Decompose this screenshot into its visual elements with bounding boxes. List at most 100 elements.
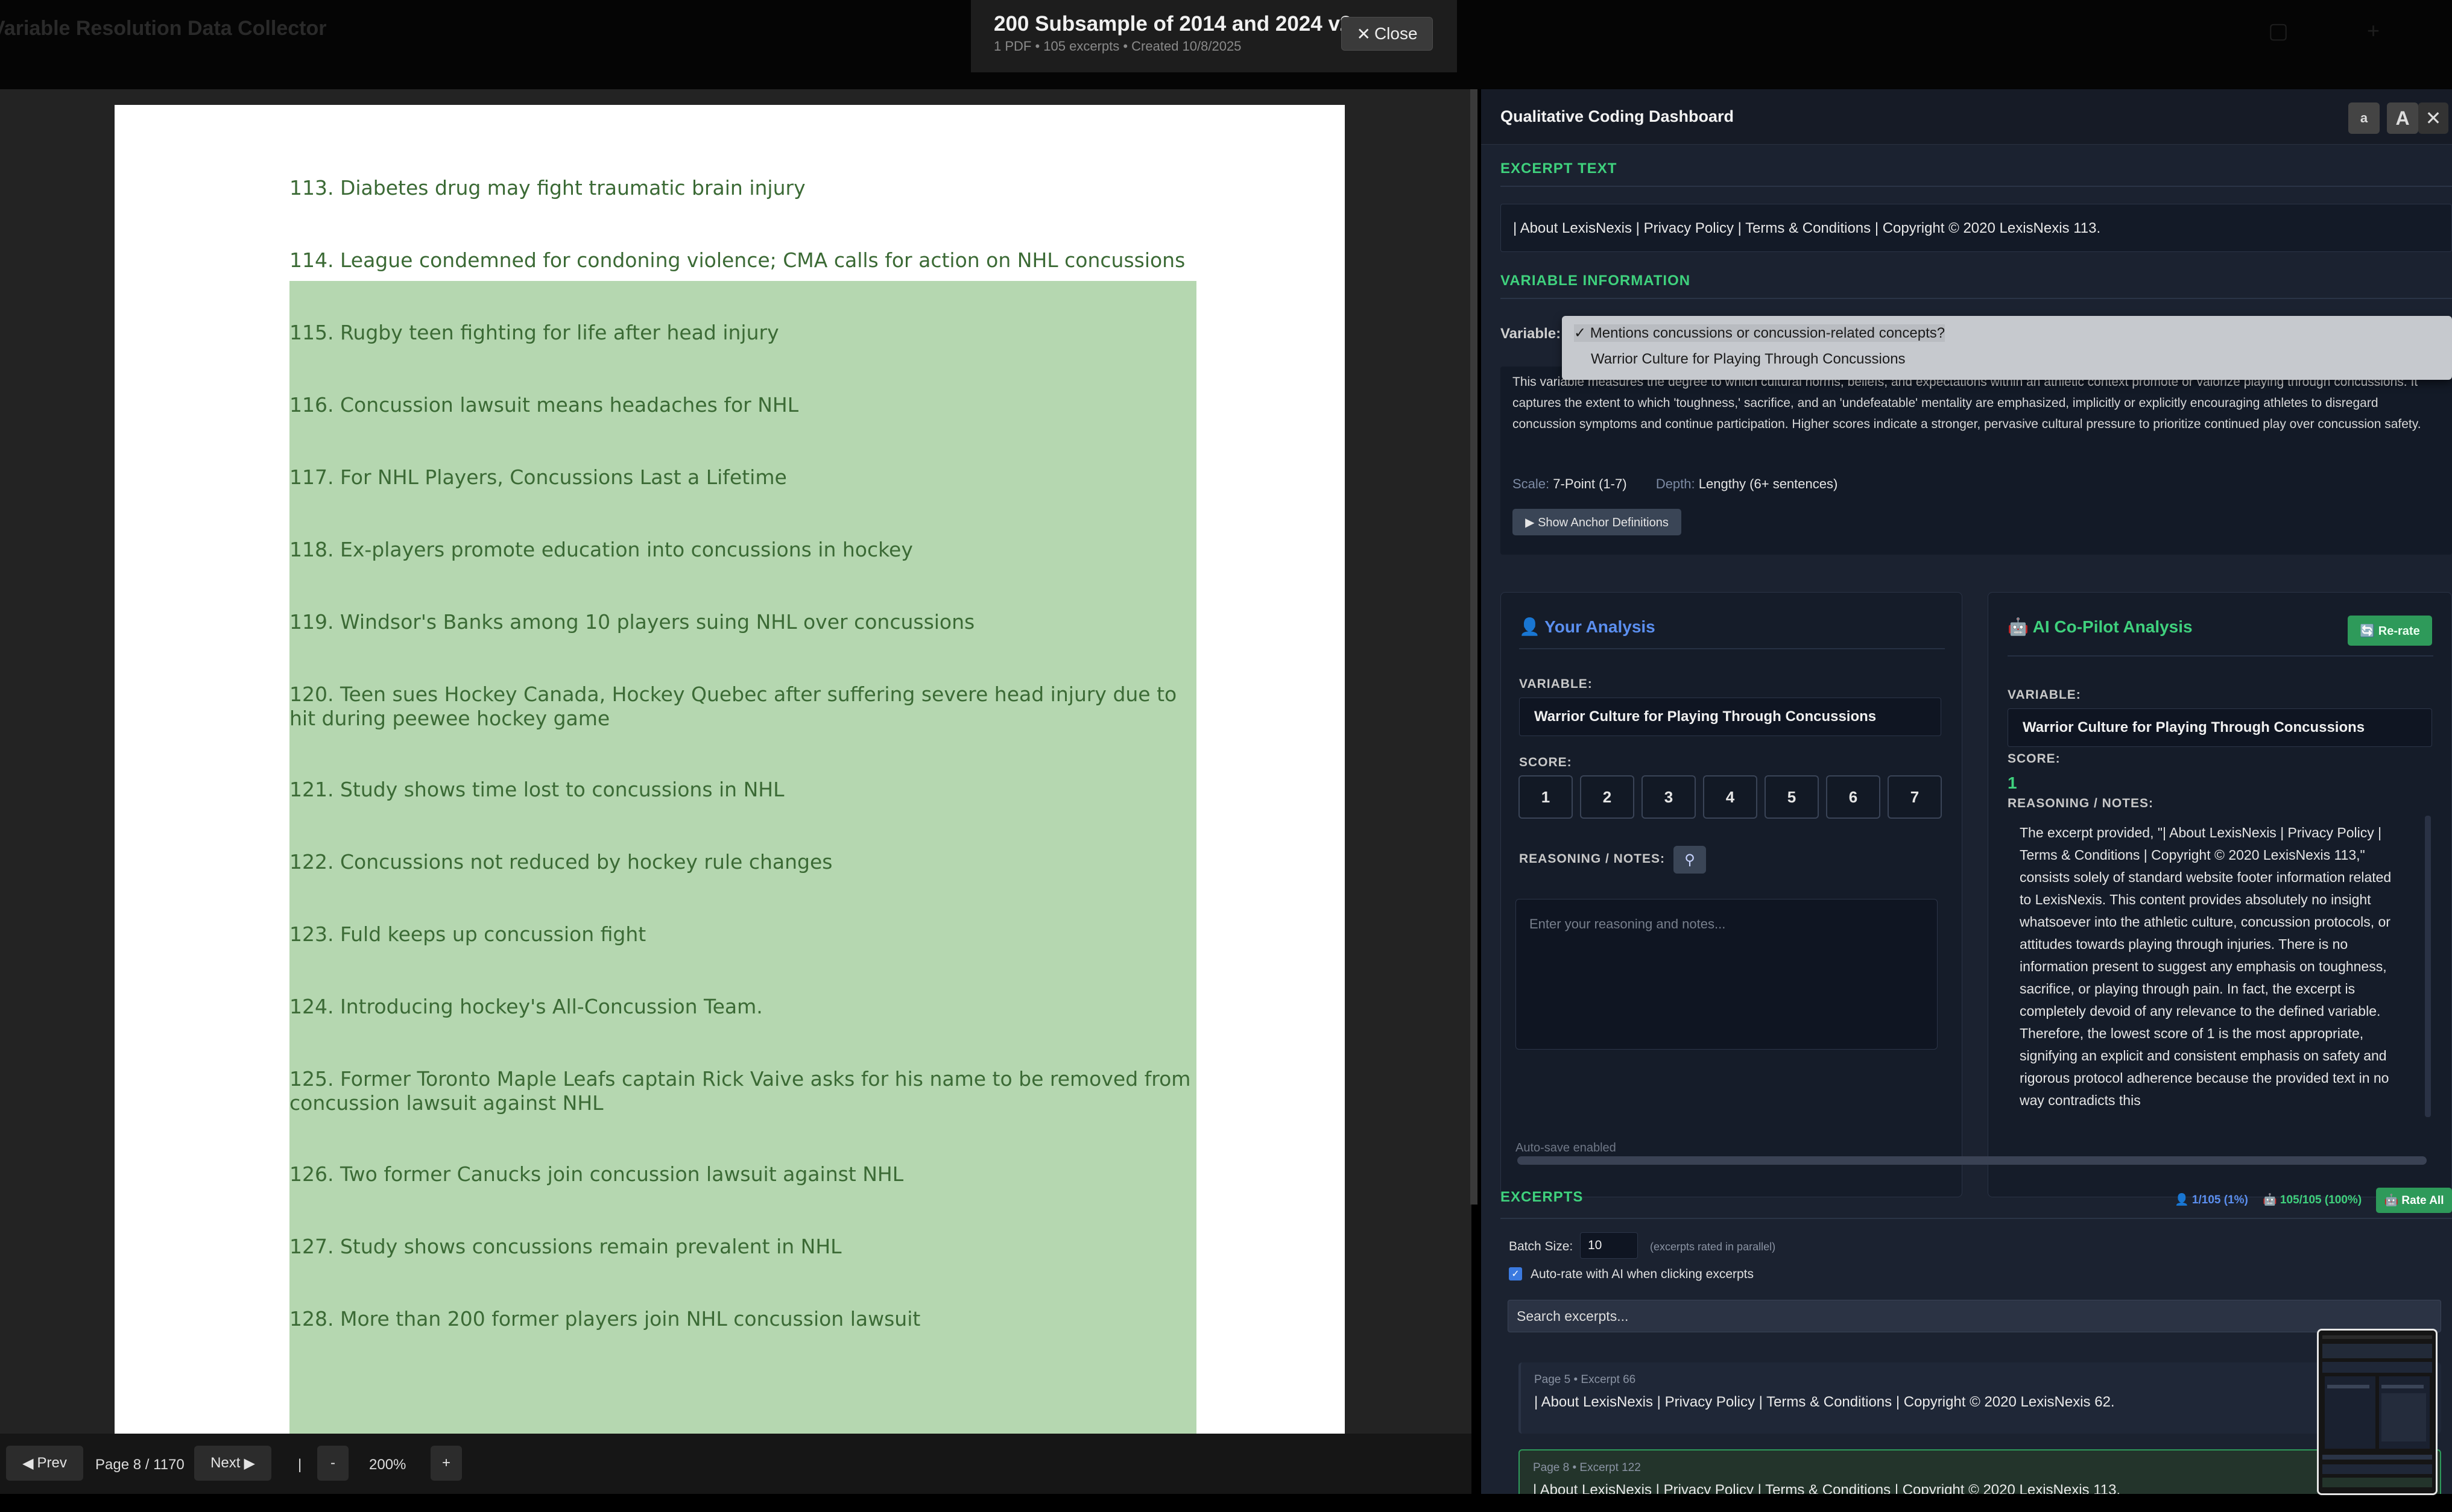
modal-header: 200 Subsample of 2014 and 2024 v2 1 PDF …	[971, 0, 1457, 72]
ai-notes-scrollbar[interactable]	[2425, 816, 2431, 1117]
ai-score-value: 1	[2008, 773, 2017, 792]
pdf-headline: 127. Study shows concussions remain prev…	[289, 1235, 842, 1258]
score-button-4[interactable]: 4	[1703, 775, 1757, 819]
pdf-headline: 121. Study shows time lost to concussion…	[289, 778, 785, 801]
modal-title: 200 Subsample of 2014 and 2024 v2	[994, 12, 1352, 36]
close-button-label: Close	[1374, 24, 1418, 43]
score-button-3[interactable]: 3	[1642, 775, 1696, 819]
bottom-strip	[0, 1494, 2452, 1512]
pdf-headline: 122. Concussions not reduced by hockey r…	[289, 850, 833, 874]
variable-select-dropdown[interactable]: ✓ Mentions concussions or concussion-rel…	[1562, 316, 2452, 380]
app-title: Variable Resolution Data Collector	[0, 17, 327, 40]
prev-icon: ◀	[22, 1455, 34, 1472]
prev-page-button[interactable]: ◀ Prev	[6, 1446, 83, 1481]
depth-key: Depth:	[1655, 476, 1695, 491]
ai-score-label: SCORE:	[2008, 752, 2061, 766]
pdf-page: 113. Diabetes drug may fight traumatic b…	[115, 105, 1345, 1434]
magic-wand-icon[interactable]: ⚲	[1673, 846, 1706, 874]
excerpt-text-box: | About LexisNexis | Privacy Policy | Te…	[1500, 204, 2452, 252]
close-modal-button[interactable]: ✕ Close	[1341, 17, 1433, 51]
excerpts-heading: EXCERPTS	[1500, 1189, 1584, 1205]
variable-label: Variable:	[1500, 326, 1561, 342]
score-button-1[interactable]: 1	[1518, 775, 1573, 819]
excerpt-item-text: | About LexisNexis | Privacy Policy | Te…	[1534, 1394, 2115, 1410]
variable-option-label: Mentions concussions or concussion-relat…	[1590, 325, 1945, 341]
rate-all-button[interactable]: 🤖 Rate All	[2376, 1188, 2452, 1213]
ai-variable-field: Warrior Culture for Playing Through Conc…	[2008, 708, 2432, 747]
variable-option[interactable]: Warrior Culture for Playing Through Conc…	[1591, 351, 1906, 368]
thumbnail-image	[2319, 1331, 2436, 1493]
excerpt-item-text: | About LexisNexis | Privacy Policy | Te…	[1533, 1482, 2121, 1494]
score-button-7[interactable]: 7	[1888, 775, 1942, 819]
zoom-out-button[interactable]: -	[317, 1446, 349, 1481]
ai-notes-box[interactable]: The excerpt provided, "| About LexisNexi…	[2008, 816, 2418, 1117]
pdf-pager: ◀ Prev Page 8 / 1170 Next ▶ | - 200% +	[0, 1434, 1471, 1494]
excerpt-item-meta: Page 5 • Excerpt 66	[1534, 1373, 1636, 1386]
font-increase-button[interactable]: A	[2387, 102, 2418, 134]
your-variable-label: VARIABLE:	[1519, 677, 1593, 691]
your-analysis-card: 👤 Your Analysis VARIABLE: Warrior Cultur…	[1500, 592, 1962, 1197]
variable-description: This variable measures the degree to whi…	[1512, 375, 2421, 431]
close-icon: ✕	[1356, 24, 1371, 43]
variable-option-selected[interactable]: ✓ Mentions concussions or concussion-rel…	[1574, 324, 1945, 342]
dashboard-header: Qualitative Coding Dashboard a A ✕	[1481, 89, 2452, 145]
modal-subtitle: 1 PDF • 105 excerpts • Created 10/8/2025	[994, 39, 1242, 54]
excerpt-item-meta: Page 8 • Excerpt 122	[1533, 1461, 1641, 1474]
autorate-checkbox[interactable]: ✓	[1509, 1267, 1522, 1280]
user-progress: 👤 1/105 (1%)	[2175, 1194, 2248, 1206]
batch-size-value: 10	[1588, 1238, 1602, 1252]
scale-value: 7-Point (1-7)	[1553, 476, 1627, 491]
search-excerpts-input[interactable]: Search excerpts...	[1508, 1300, 2441, 1332]
divider	[1500, 298, 2452, 299]
pdf-headline: 120. Teen sues Hockey Canada, Hockey Que…	[289, 682, 1177, 730]
next-label: Next	[210, 1455, 241, 1471]
score-button-6[interactable]: 6	[1826, 775, 1880, 819]
pdf-headline: 126. Two former Canucks join concussion …	[289, 1162, 904, 1186]
zoom-level: 200%	[369, 1457, 406, 1473]
pdf-headline: 113. Diabetes drug may fight traumatic b…	[289, 176, 806, 200]
pager-separator: |	[298, 1457, 302, 1473]
divider	[1519, 648, 1945, 649]
your-notes-label: REASONING / NOTES:	[1519, 852, 1666, 866]
pdf-headline: 116. Concussion lawsuit means headaches …	[289, 393, 799, 417]
divider	[1500, 1218, 2452, 1219]
pdf-viewer-scrollbar[interactable]	[1470, 89, 1477, 1205]
score-button-5[interactable]: 5	[1765, 775, 1819, 819]
pdf-headline: 125. Former Toronto Maple Leafs captain …	[289, 1067, 1191, 1115]
your-analysis-title: 👤 Your Analysis	[1519, 617, 1655, 636]
dashboard-close-icon[interactable]: ✕	[2418, 102, 2448, 134]
ai-notes-label: REASONING / NOTES:	[2008, 796, 2154, 810]
ai-variable-label: VARIABLE:	[2008, 688, 2081, 702]
your-notes-textarea[interactable]: Enter your reasoning and notes...	[1515, 899, 1938, 1050]
pdf-headline: 114. League condemned for condoning viol…	[289, 248, 1186, 272]
top-window-icons[interactable]: ▢ +	[2268, 18, 2416, 43]
dashboard-title: Qualitative Coding Dashboard	[1500, 107, 1734, 125]
score-button-2[interactable]: 2	[1580, 775, 1634, 819]
pdf-headline: 115. Rugby teen fighting for life after …	[289, 321, 779, 344]
your-variable-field: Warrior Culture for Playing Through Conc…	[1519, 698, 1941, 736]
excerpt-list-item-active[interactable]: Page 8 • Excerpt 122 | About LexisNexis …	[1518, 1449, 2441, 1494]
screen-preview-thumbnail[interactable]	[2317, 1329, 2438, 1495]
autorate-label: Auto-rate with AI when clicking excerpts	[1531, 1267, 1754, 1281]
font-decrease-button[interactable]: a	[2348, 102, 2380, 134]
scale-depth-row: Scale: 7-Point (1-7) Depth: Lengthy (6+ …	[1512, 476, 1837, 492]
divider	[2008, 655, 2433, 657]
variable-info-heading: VARIABLE INFORMATION	[1500, 272, 1691, 289]
next-page-button[interactable]: Next ▶	[194, 1446, 271, 1481]
depth-value: Lengthy (6+ sentences)	[1698, 476, 1838, 491]
divider	[1500, 186, 2452, 187]
excerpt-text-heading: EXCERPT TEXT	[1500, 160, 1617, 177]
rerate-button[interactable]: 🔄 Re-rate	[2348, 616, 2432, 646]
scale-key: Scale:	[1512, 476, 1550, 491]
zoom-in-button[interactable]: +	[431, 1446, 462, 1481]
coding-dashboard: Qualitative Coding Dashboard a A ✕ EXCER…	[1481, 89, 2452, 1494]
batch-size-input[interactable]: 10	[1580, 1232, 1638, 1259]
notes-placeholder: Enter your reasoning and notes...	[1529, 916, 1726, 931]
ai-analysis-card: 🤖 AI Co-Pilot Analysis 🔄 Re-rate VARIABL…	[1988, 592, 2452, 1197]
pdf-headline: 117. For NHL Players, Concussions Last a…	[289, 465, 787, 489]
show-anchor-definitions-button[interactable]: ▶ Show Anchor Definitions	[1512, 509, 1681, 535]
excerpt-text: | About LexisNexis | Privacy Policy | Te…	[1513, 220, 2101, 236]
horizontal-scrollbar[interactable]	[1517, 1156, 2427, 1165]
prev-label: Prev	[37, 1455, 67, 1471]
excerpt-list-item[interactable]: Page 5 • Excerpt 66 | About LexisNexis |…	[1518, 1362, 2441, 1434]
